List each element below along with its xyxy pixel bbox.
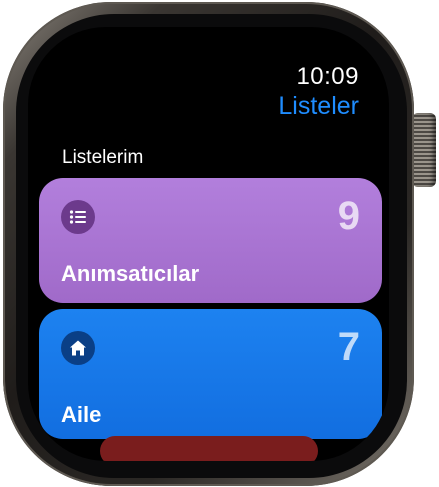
list-count: 7	[337, 325, 360, 369]
list-card-family[interactable]: 7 Aile	[39, 309, 382, 439]
status-time: 10:09	[296, 63, 359, 90]
list-count: 9	[337, 194, 360, 238]
watch-screen: 10:09 Listeler Listelerim 9 Anımsatıcıla…	[28, 27, 389, 461]
digital-crown[interactable]	[412, 113, 436, 187]
apple-watch: 10:09 Listeler Listelerim 9 Anımsatıcıla…	[0, 0, 439, 487]
house-icon	[61, 331, 95, 365]
page-title[interactable]: Listeler	[278, 92, 359, 121]
list-bullet-icon	[61, 200, 95, 234]
list-card-next-partial[interactable]	[100, 436, 318, 461]
list-name: Anımsatıcılar	[61, 261, 200, 286]
list-name: Aile	[61, 402, 102, 427]
list-card-reminders[interactable]: 9 Anımsatıcılar	[39, 178, 382, 303]
section-label-my-lists: Listelerim	[62, 147, 144, 168]
